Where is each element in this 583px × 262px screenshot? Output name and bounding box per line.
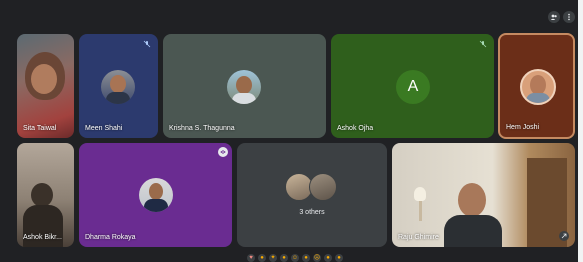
participant-name: Ashok Ojha xyxy=(337,125,374,132)
avatar-initial: A xyxy=(407,78,419,95)
right-edge-strip xyxy=(578,0,583,262)
other-avatar-2 xyxy=(309,173,337,201)
participant-tile-krishna[interactable]: Krishna S. Thagunna xyxy=(163,34,326,138)
participant-name: Raju Ghimire xyxy=(398,234,439,241)
meeting-window: Sita Taiwal Meen Shahi Krishna S. Thagun… xyxy=(0,0,578,262)
participant-name: Ashok Bikr... xyxy=(23,234,62,241)
more-options-icon[interactable] xyxy=(563,11,575,23)
participant-avatar xyxy=(520,69,556,105)
party-icon[interactable]: ✦ xyxy=(269,253,277,262)
heart-icon[interactable]: ♥ xyxy=(247,253,255,262)
others-tile[interactable]: 3 others xyxy=(237,143,387,247)
participant-tile-raju[interactable]: Raju Ghimire xyxy=(392,143,575,247)
participant-name: Hem Joshi xyxy=(506,124,540,131)
sad-icon[interactable]: ☹ xyxy=(313,253,321,262)
lamp-shade xyxy=(414,187,426,201)
participant-tile-ashok-ojha[interactable]: A Ashok Ojha xyxy=(331,34,494,138)
speaking-indicator-icon xyxy=(218,147,228,157)
participant-tile-dharma[interactable]: Dharma Rokaya xyxy=(79,143,232,247)
surprised-icon[interactable]: ● xyxy=(302,253,310,262)
participant-avatar xyxy=(227,70,261,104)
people-icon[interactable] xyxy=(548,11,560,23)
participant-face xyxy=(31,64,57,94)
participant-body xyxy=(444,215,502,247)
thinking-icon[interactable]: ● xyxy=(324,253,332,262)
participant-tile-ashok-bikr[interactable]: Ashok Bikr... xyxy=(17,143,74,247)
participant-avatar: A xyxy=(396,70,430,104)
muted-mic-icon xyxy=(478,39,488,49)
participant-name: Dharma Rokaya xyxy=(85,234,136,241)
participant-avatar xyxy=(139,178,173,212)
thumbs-up-icon[interactable]: ● xyxy=(258,253,266,262)
participant-name: Meen Shahi xyxy=(85,125,123,132)
participant-face xyxy=(458,183,486,217)
clap-icon[interactable]: ● xyxy=(280,253,288,262)
lamp-stand xyxy=(419,201,422,221)
reactions-bar: ♥ ● ✦ ● ☺ ● ☹ ● ● xyxy=(214,253,376,262)
top-bar xyxy=(0,0,578,32)
muted-mic-icon xyxy=(142,39,152,49)
others-count-label: 3 others xyxy=(299,209,325,216)
participant-video xyxy=(31,183,53,207)
participant-avatar xyxy=(101,70,135,104)
participant-tile-meen[interactable]: Meen Shahi xyxy=(79,34,158,138)
thumbs-down-icon[interactable]: ● xyxy=(335,253,343,262)
participant-name: Krishna S. Thagunna xyxy=(169,125,235,132)
pin-icon[interactable] xyxy=(559,231,569,241)
participant-tile-hem-joshi[interactable]: Hem Joshi xyxy=(498,33,575,139)
participant-name: Sita Taiwal xyxy=(23,125,57,132)
laugh-icon[interactable]: ☺ xyxy=(291,253,299,262)
participant-tile-sita[interactable]: Sita Taiwal xyxy=(17,34,74,138)
